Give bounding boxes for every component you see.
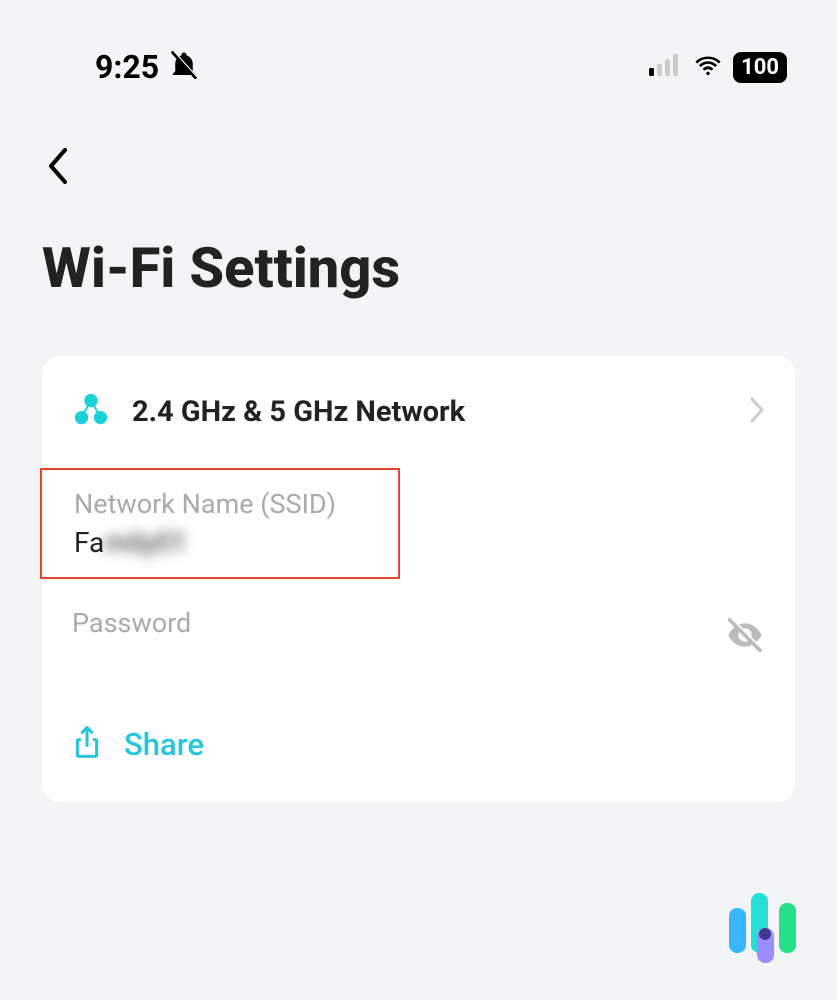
password-field[interactable]: Password [42,579,795,709]
share-icon [72,724,102,764]
battery-indicator: 100 [733,52,787,83]
app-logo-icon [719,878,809,972]
eye-hidden-icon[interactable] [725,615,765,659]
ssid-label: Network Name (SSID) [74,488,368,520]
settings-card: 2.4 GHz & 5 GHz Network Network Name (SS… [42,356,795,802]
time-label: 9:25 [95,48,159,86]
battery-level: 100 [741,55,779,80]
network-band-row[interactable]: 2.4 GHz & 5 GHz Network [42,356,795,468]
status-left: 9:25 [95,48,199,86]
status-right: 100 [649,52,787,83]
ssid-field[interactable]: Network Name (SSID) Family01 [40,468,400,579]
share-button[interactable]: Share [42,709,795,802]
wifi-icon [693,53,723,81]
chevron-right-icon [749,396,765,428]
chevron-left-icon [45,171,69,190]
ssid-value: Family01 [74,526,368,559]
bell-slash-icon [169,50,199,84]
page-title: Wi-Fi Settings [0,190,837,301]
network-icon [72,391,110,433]
password-label: Password [72,607,191,639]
status-bar: 9:25 100 [0,0,837,106]
share-label: Share [124,726,204,763]
cellular-signal-icon [649,54,683,80]
back-button[interactable] [0,106,837,190]
network-band-label: 2.4 GHz & 5 GHz Network [132,395,749,429]
